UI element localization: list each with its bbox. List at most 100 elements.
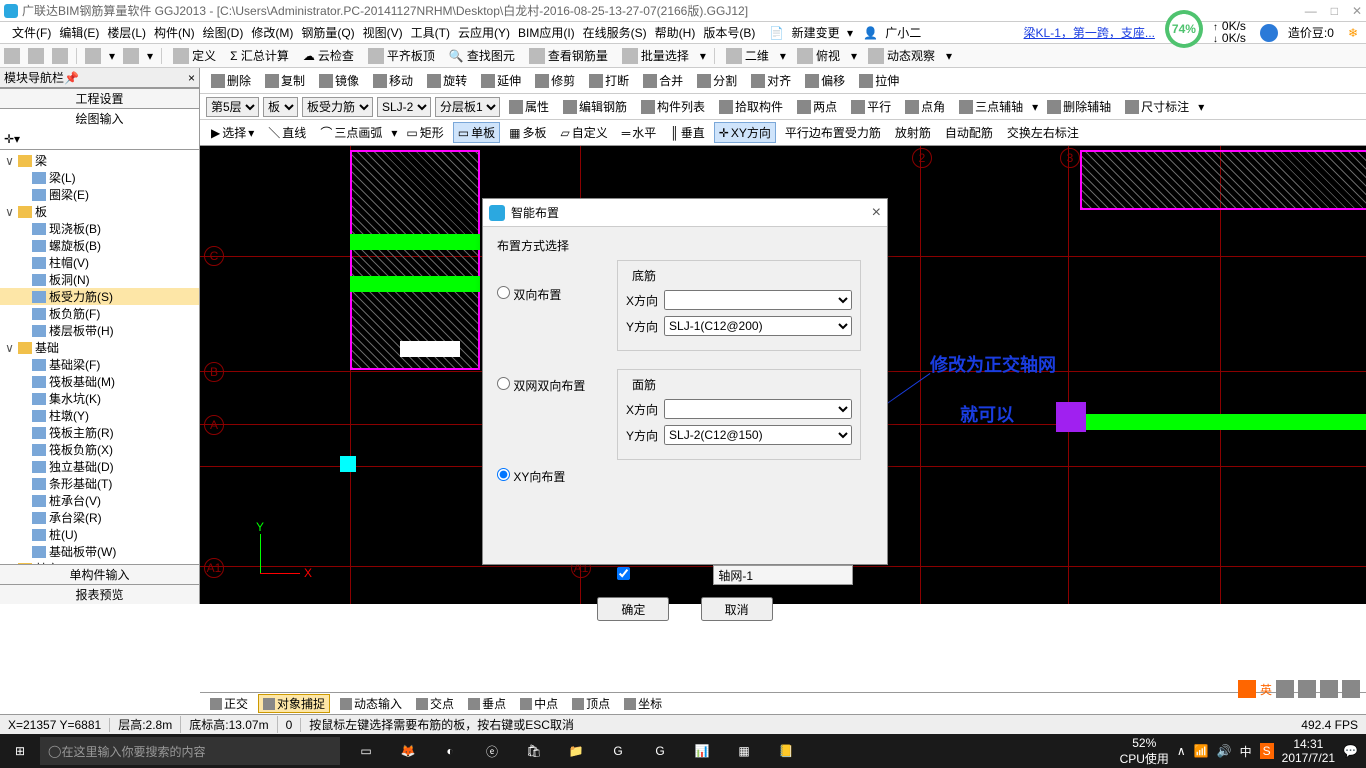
edit-分割-button[interactable]: 分割 [692, 70, 742, 91]
save-icon[interactable] [52, 48, 68, 64]
tree-item[interactable]: 集水坑(K) [0, 390, 199, 407]
task-icon[interactable]: 🛍 [514, 734, 554, 768]
status-对象捕捉[interactable]: 对象捕捉 [258, 694, 330, 713]
pick-button[interactable]: 拾取构件 [714, 96, 788, 117]
search-input[interactable]: ◯ 在这里输入你要搜索的内容 [40, 737, 340, 765]
menu-item[interactable]: 版本号(B) [699, 26, 759, 40]
status-中点[interactable]: 中点 [516, 695, 562, 712]
beam-info[interactable]: 梁KL-1，第一跨，支座... [1020, 24, 1159, 41]
menu-item[interactable]: 工具(T) [407, 26, 454, 40]
new-icon[interactable] [4, 48, 20, 64]
menu-item[interactable]: 编辑(E) [55, 26, 103, 40]
menu-item[interactable]: 钢筋量(Q) [297, 26, 358, 40]
task-icon[interactable]: G [640, 734, 680, 768]
task-icon[interactable]: ▭ [346, 734, 386, 768]
horiz-button[interactable]: ═水平 [617, 122, 662, 143]
ime-icon[interactable]: 中 [1240, 743, 1252, 760]
tree-item[interactable]: 筏板主筋(R) [0, 424, 199, 441]
task-icon[interactable]: 📒 [766, 734, 806, 768]
tree-item[interactable]: 条形基础(T) [0, 475, 199, 492]
radial-button[interactable]: 放射筋 [890, 122, 936, 143]
threept-button[interactable]: 三点辅轴 [954, 96, 1028, 117]
single-button[interactable]: ▭单板 [453, 122, 500, 143]
batch-button[interactable]: 批量选择 [619, 47, 692, 64]
tree-item[interactable]: ∨板 [0, 203, 199, 220]
top-x-select[interactable] [664, 399, 852, 419]
floor-select[interactable]: 第5层 [206, 97, 259, 117]
tab-single[interactable]: 单构件输入 [0, 564, 199, 584]
task-icon[interactable]: 🦊 [388, 734, 428, 768]
tree-item[interactable]: 板负筋(F) [0, 305, 199, 322]
line-button[interactable]: ＼直线 [263, 122, 311, 143]
cloud-check-button[interactable]: ☁云检查 [300, 47, 357, 64]
status-动态输入[interactable]: 动态输入 [336, 695, 406, 712]
tray-icon[interactable] [1342, 680, 1360, 698]
tray-up-icon[interactable]: ∧ [1177, 744, 1186, 758]
pin-icon[interactable]: 📌 [64, 71, 79, 85]
edit-合并-button[interactable]: 合并 [638, 70, 688, 91]
tab-report[interactable]: 报表预览 [0, 584, 199, 604]
ok-button[interactable]: 确定 [597, 597, 669, 621]
task-icon[interactable]: ⓔ [472, 734, 512, 768]
twopt-button[interactable]: 两点 [792, 96, 842, 117]
volume-icon[interactable]: 🔊 [1217, 744, 1232, 758]
vert-button[interactable]: ║垂直 [665, 122, 710, 143]
new-change-button[interactable]: 📄 新建变更 ▾ [765, 24, 857, 41]
edit-修剪-button[interactable]: 修剪 [530, 70, 580, 91]
auto-button[interactable]: 自动配筋 [940, 122, 998, 143]
radio-xy[interactable]: XY向布置 [497, 468, 617, 485]
tree-item[interactable]: 柱帽(V) [0, 254, 199, 271]
bottom-y-select[interactable]: SLJ-1(C12@200) [664, 316, 852, 336]
edit-打断-button[interactable]: 打断 [584, 70, 634, 91]
task-icon[interactable]: G [598, 734, 638, 768]
status-顶点[interactable]: 顶点 [568, 695, 614, 712]
summary-button[interactable]: Σ 汇总计算 [227, 47, 292, 64]
attr-button[interactable]: 属性 [504, 96, 554, 117]
cancel-button[interactable]: 取消 [701, 597, 773, 621]
del-aux-button[interactable]: 删除辅轴 [1042, 96, 1116, 117]
menu-item[interactable]: 视图(V) [359, 26, 407, 40]
status-坐标[interactable]: 坐标 [620, 695, 666, 712]
category-select[interactable]: 板 [263, 97, 298, 117]
member-list-button[interactable]: 构件列表 [636, 96, 710, 117]
component-tree[interactable]: ∨梁梁(L)圈梁(E)∨板现浇板(B)螺旋板(B)柱帽(V)板洞(N)板受力筋(… [0, 150, 199, 564]
menu-item[interactable]: 绘图(D) [199, 26, 248, 40]
menu-item[interactable]: 云应用(Y) [454, 26, 514, 40]
status-正交[interactable]: 正交 [206, 695, 252, 712]
edit-偏移-button[interactable]: 偏移 [800, 70, 850, 91]
redo-icon[interactable] [123, 48, 139, 64]
task-icon[interactable]: 📁 [556, 734, 596, 768]
subcat-select[interactable]: 板受力筋 [302, 97, 373, 117]
plus-icon[interactable]: ✛▾ [4, 132, 20, 146]
menu-item[interactable]: 修改(M) [247, 26, 297, 40]
task-icon[interactable]: ◐ [430, 734, 470, 768]
task-icon[interactable]: ▦ [724, 734, 764, 768]
bottom-x-select[interactable] [664, 290, 852, 310]
custom-button[interactable]: ▱自定义 [555, 122, 612, 143]
tray-icon[interactable] [1298, 680, 1316, 698]
tree-item[interactable]: 板受力筋(S) [0, 288, 199, 305]
edit-复制-button[interactable]: 复制 [260, 70, 310, 91]
tree-item[interactable]: 现浇板(B) [0, 220, 199, 237]
tree-item[interactable]: 楼层板带(H) [0, 322, 199, 339]
tree-item[interactable]: 桩承台(V) [0, 492, 199, 509]
snowflake-icon[interactable]: ❄ [1344, 26, 1362, 40]
edit-镜像-button[interactable]: 镜像 [314, 70, 364, 91]
dyn-button[interactable]: 动态观察 [865, 47, 938, 64]
ptang-button[interactable]: 点角 [900, 96, 950, 117]
align-button[interactable]: 平齐板顶 [365, 47, 438, 64]
top-y-select[interactable]: SLJ-2(C12@150) [664, 425, 852, 445]
layer-select[interactable]: 分层板1 [435, 97, 500, 117]
status-交点[interactable]: 交点 [412, 695, 458, 712]
tray-icon[interactable] [1276, 680, 1294, 698]
tree-item[interactable]: 板洞(N) [0, 271, 199, 288]
tree-item[interactable]: ∨梁 [0, 152, 199, 169]
user-label[interactable]: 👤 广小二 [859, 24, 929, 41]
swap-button[interactable]: 交换左右标注 [1002, 122, 1084, 143]
tree-item[interactable]: 筏板基础(M) [0, 373, 199, 390]
tree-item[interactable]: 独立基础(D) [0, 458, 199, 475]
find-button[interactable]: 🔍查找图元 [446, 47, 518, 64]
menu-item[interactable]: BIM应用(I) [514, 26, 579, 40]
menu-item[interactable]: 帮助(H) [651, 26, 700, 40]
edit-延伸-button[interactable]: 延伸 [476, 70, 526, 91]
